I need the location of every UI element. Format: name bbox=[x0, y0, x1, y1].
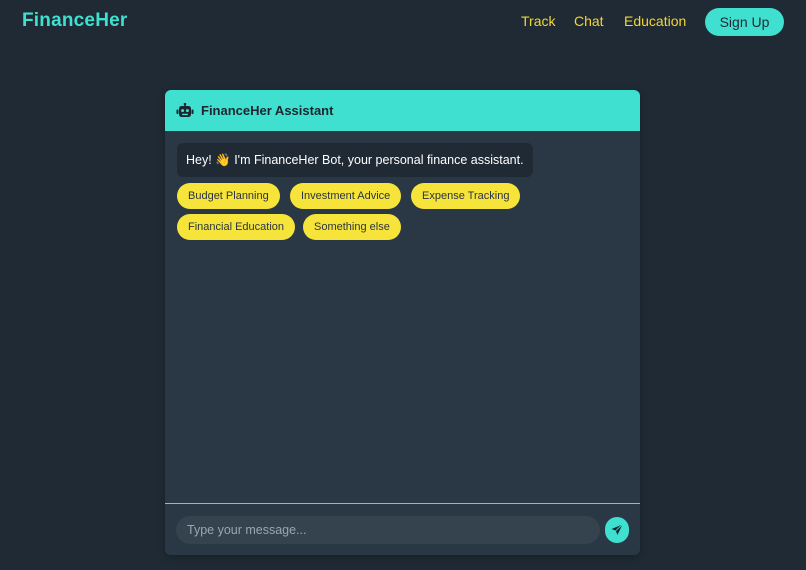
bot-greeting-message: Hey! 👋 I'm FinanceHer Bot, your personal… bbox=[177, 143, 533, 177]
send-button[interactable] bbox=[605, 517, 629, 543]
message-input-bar bbox=[165, 503, 640, 555]
message-list: Hey! 👋 I'm FinanceHer Bot, your personal… bbox=[165, 131, 640, 503]
sign-up-button[interactable]: Sign Up bbox=[705, 8, 784, 36]
quick-reply-budget-planning[interactable]: Budget Planning bbox=[177, 183, 280, 209]
nav-link-chat[interactable]: Chat bbox=[574, 13, 604, 29]
paper-plane-icon bbox=[611, 524, 623, 536]
nav-link-track[interactable]: Track bbox=[521, 13, 555, 29]
navbar: FinanceHer Track Chat Education Sign Up bbox=[0, 0, 806, 44]
message-input[interactable] bbox=[176, 516, 600, 544]
robot-icon bbox=[176, 102, 194, 119]
chat-title: FinanceHer Assistant bbox=[201, 103, 334, 118]
quick-reply-something-else[interactable]: Something else bbox=[303, 214, 401, 240]
nav-link-education[interactable]: Education bbox=[624, 13, 686, 29]
quick-reply-investment-advice[interactable]: Investment Advice bbox=[290, 183, 402, 209]
quick-reply-expense-tracking[interactable]: Expense Tracking bbox=[411, 183, 521, 209]
chat-window: FinanceHer Assistant Hey! 👋 I'm FinanceH… bbox=[165, 90, 640, 555]
brand-logo[interactable]: FinanceHer bbox=[22, 10, 127, 32]
quick-reply-financial-education[interactable]: Financial Education bbox=[177, 214, 296, 240]
chat-header: FinanceHer Assistant bbox=[165, 90, 640, 131]
